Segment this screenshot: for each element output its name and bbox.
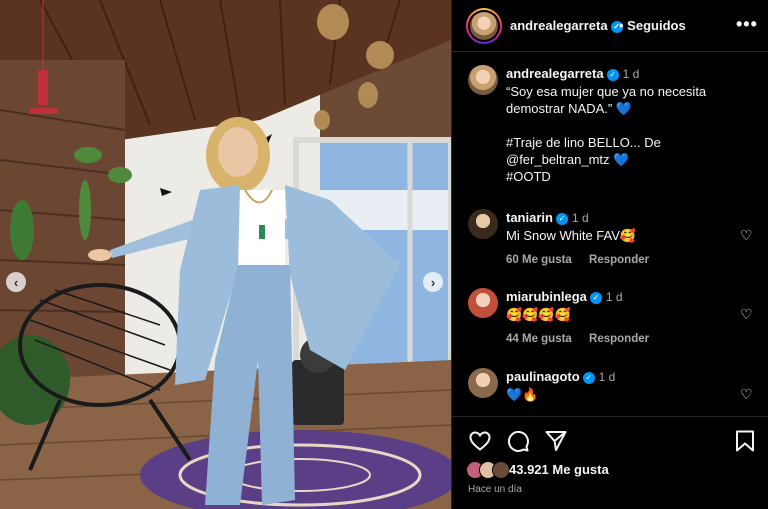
carousel-next-button[interactable]: › [423, 272, 443, 292]
reply-button[interactable]: Responder [589, 254, 649, 266]
reply-button[interactable]: Responder [589, 333, 649, 345]
carousel-prev-button[interactable]: ‹ [6, 272, 26, 292]
bookmark-icon[interactable] [734, 429, 756, 453]
commenter-avatar[interactable] [468, 288, 498, 318]
comment-text: 💙🔥 [506, 387, 539, 402]
commenter-avatar[interactable] [468, 368, 498, 398]
post-header: andrealegarreta ✓ • Seguidos ••• [452, 0, 768, 52]
caption-avatar[interactable] [468, 65, 498, 95]
verified-badge-icon: ✓ [606, 68, 619, 81]
more-options-icon[interactable]: ••• [736, 14, 758, 35]
comment-time[interactable]: 1 d [599, 370, 616, 384]
verified-badge-icon: ✓ [589, 291, 602, 304]
avatar [492, 461, 510, 479]
commenter-username[interactable]: taniarin [506, 210, 553, 225]
caption-time[interactable]: 1 d [623, 67, 640, 81]
heart-icon[interactable] [468, 429, 492, 453]
commenter-avatar[interactable] [468, 209, 498, 239]
following-button[interactable]: • Seguidos [619, 18, 686, 33]
comment-likes[interactable]: 44 Me gusta [506, 333, 572, 345]
heart-icon[interactable]: ♡ [740, 227, 753, 244]
comment-likes[interactable]: 60 Me gusta [506, 254, 572, 266]
likes-count[interactable]: 43.921 Me gusta [509, 462, 609, 477]
comment-text: Mi Snow White FAV🥰 [506, 228, 637, 243]
commenter-username[interactable]: miarubinlega [506, 289, 587, 304]
chevron-right-icon: › [430, 274, 436, 290]
author-username[interactable]: andrealegarreta ✓ [510, 18, 623, 33]
post-timestamp[interactable]: Hace un día [468, 484, 522, 495]
heart-icon[interactable]: ♡ [740, 306, 753, 323]
post-side-panel: andrealegarreta ✓ • Seguidos ••• andreale… [451, 0, 768, 509]
post-image [0, 0, 451, 509]
chevron-left-icon: ‹ [13, 274, 19, 290]
verified-badge-icon: ✓ [582, 371, 595, 384]
heart-icon[interactable]: ♡ [740, 386, 753, 403]
comments-list[interactable]: andrealegarreta ✓ 1 d “Soy esa mujer que y… [452, 53, 768, 415]
verified-badge-icon: ✓ [555, 212, 568, 225]
commenter-username[interactable]: paulinagoto [506, 369, 580, 384]
caption-username[interactable]: andrealegarreta [506, 66, 604, 81]
comment-time[interactable]: 1 d [572, 211, 589, 225]
caption-text: “Soy esa mujer que ya no necesita demost… [506, 84, 707, 184]
comment-time[interactable]: 1 d [606, 290, 623, 304]
comment-text: 🥰🥰🥰🥰 [506, 307, 571, 322]
post-photo: ‹ › [0, 0, 451, 509]
comment-icon[interactable] [506, 429, 530, 453]
share-icon[interactable] [544, 429, 568, 453]
author-avatar[interactable] [466, 8, 502, 44]
